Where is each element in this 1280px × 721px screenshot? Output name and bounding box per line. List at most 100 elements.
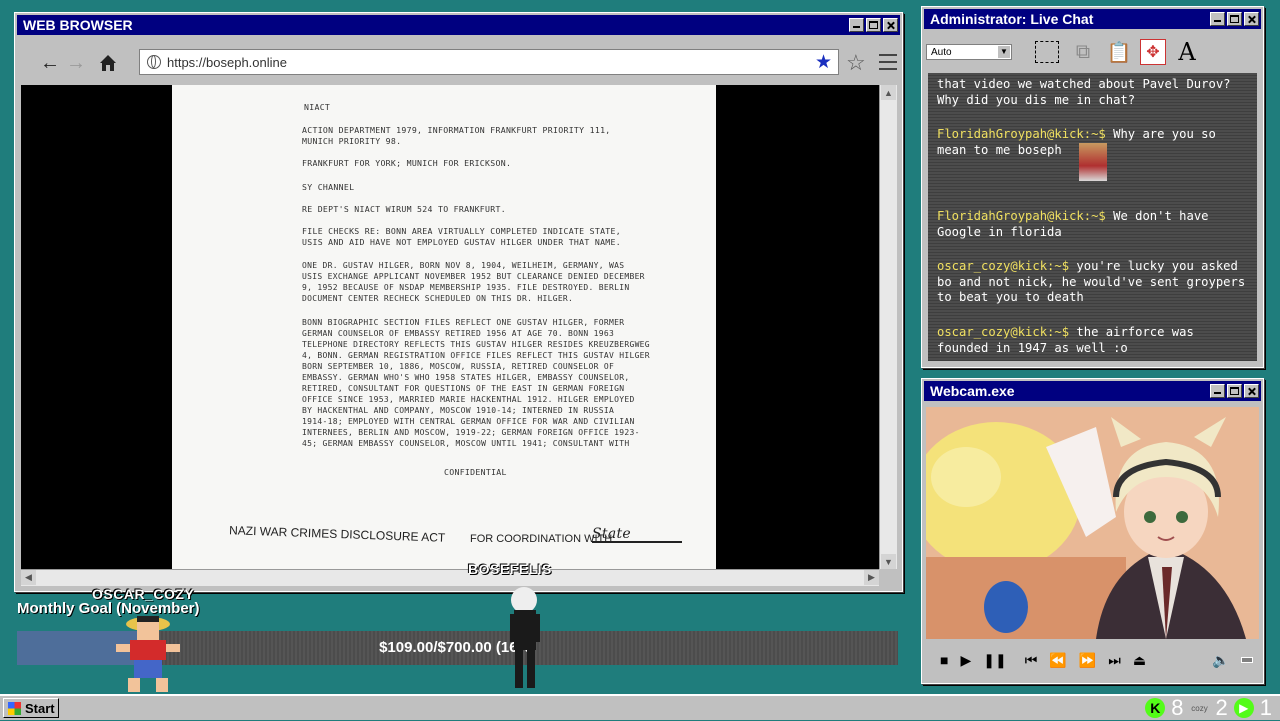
doc-line: EMBASSY. GERMAN WHO'S WHO 1958 STATES HI… [302, 373, 630, 382]
fast-forward-icon[interactable]: ⏩ [1079, 652, 1096, 669]
chat-log[interactable]: that video we watched about Pavel Durov?… [928, 73, 1257, 361]
webcam-titlebar[interactable]: Webcam.exe [924, 381, 1261, 401]
avatar-illustration [926, 407, 1259, 639]
doc-line: FILE CHECKS RE: BONN AREA VIRTUALLY COMP… [302, 226, 621, 236]
globe-icon [147, 55, 161, 69]
kick-count: 8 [1171, 695, 1184, 720]
chat-username: oscar_cozy@kick:~$ [937, 325, 1070, 339]
doc-line: INTERNEES, BERLIN AND MOSCOW, 1919-22; G… [302, 428, 640, 437]
doc-line: DOCUMENT CENTER RECHECK SCHEDULED ON THI… [302, 294, 574, 303]
doc-line: OFFICE SINCE 1953, MARRIED MARIE HACKENT… [302, 395, 635, 404]
doc-line: 9, 1952 BECAUSE OF NSDAP MEMBERSHIP 1935… [302, 283, 630, 292]
chat-message: FloridahGroypah@kick:~$ We don't have Go… [937, 209, 1251, 240]
close-button[interactable] [883, 18, 898, 32]
doc-line: BONN BIOGRAPHIC SECTION FILES REFLECT ON… [302, 318, 625, 327]
eject-icon[interactable]: ⏏ [1133, 652, 1146, 669]
select-region-icon[interactable] [1032, 37, 1062, 67]
system-tray: K 8 cozy 2 ▶ 1 [1145, 695, 1272, 720]
webcam-title: Webcam.exe [930, 383, 1015, 399]
player-tag-left: OSCAR_COZY [92, 586, 195, 602]
emote-image [1079, 142, 1108, 181]
minimize-button[interactable] [849, 18, 864, 32]
doc-line: 45; GERMAN EMBASSY COUNSELOR, MOSCOW UNT… [302, 439, 630, 448]
doc-line: USIS EXCHANGE APPLICANT NOVEMBER 1952 BU… [302, 272, 645, 281]
doc-confidential: CONFIDENTIAL [444, 467, 507, 477]
rewind-icon[interactable]: ⏪ [1049, 652, 1066, 669]
minimize-button[interactable] [1210, 384, 1225, 398]
move-icon[interactable]: ✥ [1140, 39, 1166, 65]
doc-line: BORN SEPTEMBER 10, 1886, MOSCOW, RUSSIA,… [302, 362, 615, 371]
browser-navbar: ← → https://boseph.online ★ ☆ [21, 45, 897, 81]
home-icon[interactable] [95, 50, 121, 76]
font-icon[interactable]: A [1172, 37, 1202, 67]
favorites-star-icon[interactable]: ☆ [846, 50, 866, 76]
volume-slider[interactable] [1241, 657, 1253, 663]
skip-forward-icon[interactable]: ⏭ [1108, 652, 1121, 669]
scroll-right-icon[interactable]: ▶ [864, 570, 879, 585]
doc-line: GERMAN COUNSELOR OF EMBASSY RETIRED 1956… [302, 329, 615, 338]
chat-username: oscar_cozy@kick:~$ [937, 259, 1070, 273]
doc-line: FRANKFURT FOR YORK; MUNICH FOR ERICKSON. [302, 158, 512, 168]
scroll-up-icon[interactable]: ▲ [881, 85, 896, 100]
document-scan: NIACT ACTION DEPARTMENT 1979, INFORMATIO… [172, 85, 716, 569]
doc-line: 4, BONN. GERMAN REGISTRATION OFFICE FILE… [302, 351, 650, 360]
kick-icon[interactable]: K [1145, 698, 1166, 718]
maximize-button[interactable] [1227, 12, 1242, 26]
browser-title: WEB BROWSER [23, 17, 133, 33]
play-icon[interactable]: ▶ [960, 652, 971, 669]
chat-window: Administrator: Live Chat Auto ⧉ 📋 ✥ A th… [921, 6, 1264, 368]
chat-text: that video we watched about Pavel Durov?… [937, 77, 1231, 107]
maximize-button[interactable] [866, 18, 881, 32]
start-label: Start [25, 700, 55, 716]
doc-footer-right: FOR COORDINATION WITH [470, 533, 613, 545]
chat-username: FloridahGroypah@kick:~$ [937, 127, 1106, 141]
skip-back-icon[interactable]: ⏮ [1025, 652, 1038, 669]
doc-line: TELEPHONE DIRECTORY REFLECTS THIS GUSTAV… [302, 340, 650, 349]
forward-arrow-icon[interactable]: → [63, 50, 89, 76]
minimize-button[interactable] [1210, 12, 1225, 26]
bookmark-star-icon[interactable]: ★ [815, 51, 832, 74]
chat-message: FloridahGroypah@kick:~$ Why are you so m… [937, 127, 1251, 181]
scroll-left-icon[interactable]: ◀ [21, 570, 36, 585]
browser-window: WEB BROWSER ← → https://boseph.online ★ … [14, 12, 903, 592]
stop-icon[interactable]: ■ [940, 652, 948, 668]
font-size-value: Auto [931, 46, 952, 58]
volume-icon[interactable]: 🔈 [1212, 652, 1229, 669]
doc-line: ACTION DEPARTMENT 1979, INFORMATION FRAN… [302, 125, 611, 135]
doc-line: RETIRED, CONSULTANT FOR QUESTIONS OF THE… [302, 384, 625, 393]
chat-message: that video we watched about Pavel Durov?… [937, 77, 1251, 108]
close-button[interactable] [1244, 12, 1259, 26]
arrow-badge-icon[interactable]: ▶ [1233, 698, 1254, 718]
doc-line: 1914-18; EMPLOYED WITH CENTRAL GERMAN OF… [302, 417, 635, 426]
hamburger-menu-icon[interactable] [879, 54, 897, 75]
maximize-button[interactable] [1227, 384, 1242, 398]
other-count: 1 [1259, 695, 1272, 720]
media-controls: ■ ▶ ❚❚ ⏮ ⏪ ⏩ ⏭ ⏏ 🔈 [926, 645, 1259, 675]
chat-username: FloridahGroypah@kick:~$ [937, 209, 1106, 223]
url-text: https://boseph.online [167, 54, 287, 70]
doc-signature: State [592, 527, 682, 543]
doc-line: SY CHANNEL [302, 182, 355, 192]
doc-header: NIACT [304, 102, 331, 112]
browser-titlebar[interactable]: WEB BROWSER [17, 15, 900, 35]
scroll-down-icon[interactable]: ▼ [881, 554, 896, 569]
vertical-scrollbar[interactable]: ▲ ▼ [879, 85, 897, 569]
copy-icon[interactable]: ⧉ [1068, 37, 1098, 67]
doc-line: BY HACKENTHAL AND COMPANY, MOSCOW 1910-1… [302, 406, 615, 415]
pause-icon[interactable]: ❚❚ [983, 652, 1006, 669]
chat-titlebar[interactable]: Administrator: Live Chat [924, 9, 1261, 29]
paste-icon[interactable]: 📋 [1104, 37, 1134, 67]
character-sprite [510, 587, 540, 688]
horizontal-scrollbar[interactable]: ◀ ▶ [21, 569, 879, 586]
doc-line: USIS AND AID HAVE NOT EMPLOYED GUSTAV HI… [302, 237, 621, 247]
chat-message: oscar_cozy@kick:~$ you're lucky you aske… [937, 259, 1251, 306]
chat-toolbar: Auto ⧉ 📋 ✥ A [926, 33, 1259, 71]
cozy-label: cozy [1191, 703, 1208, 713]
start-button[interactable]: Start [3, 698, 59, 718]
address-bar[interactable]: https://boseph.online ★ [139, 49, 839, 75]
back-arrow-icon[interactable]: ← [37, 50, 63, 76]
font-size-select[interactable]: Auto [926, 44, 1012, 60]
close-button[interactable] [1244, 384, 1259, 398]
doc-line: ONE DR. GUSTAV HILGER, BORN NOV 8, 1904,… [302, 261, 625, 270]
webcam-window: Webcam.exe ■ ▶ ❚❚ ⏮ ⏪ ⏩ ⏭ ⏏ 🔈 [921, 378, 1264, 684]
